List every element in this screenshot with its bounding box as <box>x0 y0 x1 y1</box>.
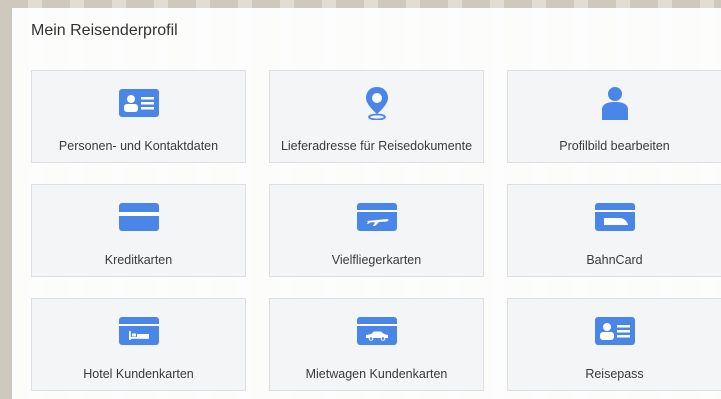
card-lieferadresse[interactable]: Lieferadresse für Reisedokumente <box>269 70 484 163</box>
card-kreditkarten[interactable]: Kreditkarten <box>31 184 246 277</box>
card-hotel-kundenkarten[interactable]: Hotel Kundenkarten <box>31 298 246 391</box>
card-vielfliegerkarten[interactable]: Vielfliegerkarten <box>269 184 484 277</box>
card-label: Personen- und Kontaktdaten <box>58 139 219 153</box>
card-label: Mietwagen Kundenkarten <box>305 367 448 381</box>
card-personen-kontaktdaten[interactable]: Personen- und Kontaktdaten <box>31 70 246 163</box>
airplane-card-icon <box>356 203 397 231</box>
card-profilbild[interactable]: Profilbild bearbeiten <box>507 70 721 163</box>
car-card-icon <box>356 317 397 345</box>
card-label: Vielfliegerkarten <box>331 253 422 267</box>
hotel-card-icon <box>118 317 159 345</box>
card-bahncard[interactable]: BahnCard <box>507 184 721 277</box>
card-label: Kreditkarten <box>104 253 173 267</box>
page-title: Mein Reisenderprofil <box>31 22 178 39</box>
credit-card-icon <box>118 203 159 231</box>
card-label: Profilbild bearbeiten <box>559 139 670 153</box>
passport-card-icon <box>594 317 635 345</box>
card-label: Hotel Kundenkarten <box>83 367 194 381</box>
card-label: Reisepass <box>585 367 644 381</box>
train-card-icon <box>594 203 635 231</box>
card-mietwagen-kundenkarten[interactable]: Mietwagen Kundenkarten <box>269 298 484 391</box>
map-pin-icon <box>365 87 388 120</box>
contact-card-icon <box>118 89 159 117</box>
card-label: BahnCard <box>586 253 643 267</box>
user-icon <box>601 87 628 120</box>
card-label: Lieferadresse für Reisedokumente <box>280 139 473 153</box>
card-reisepass[interactable]: Reisepass <box>507 298 721 391</box>
